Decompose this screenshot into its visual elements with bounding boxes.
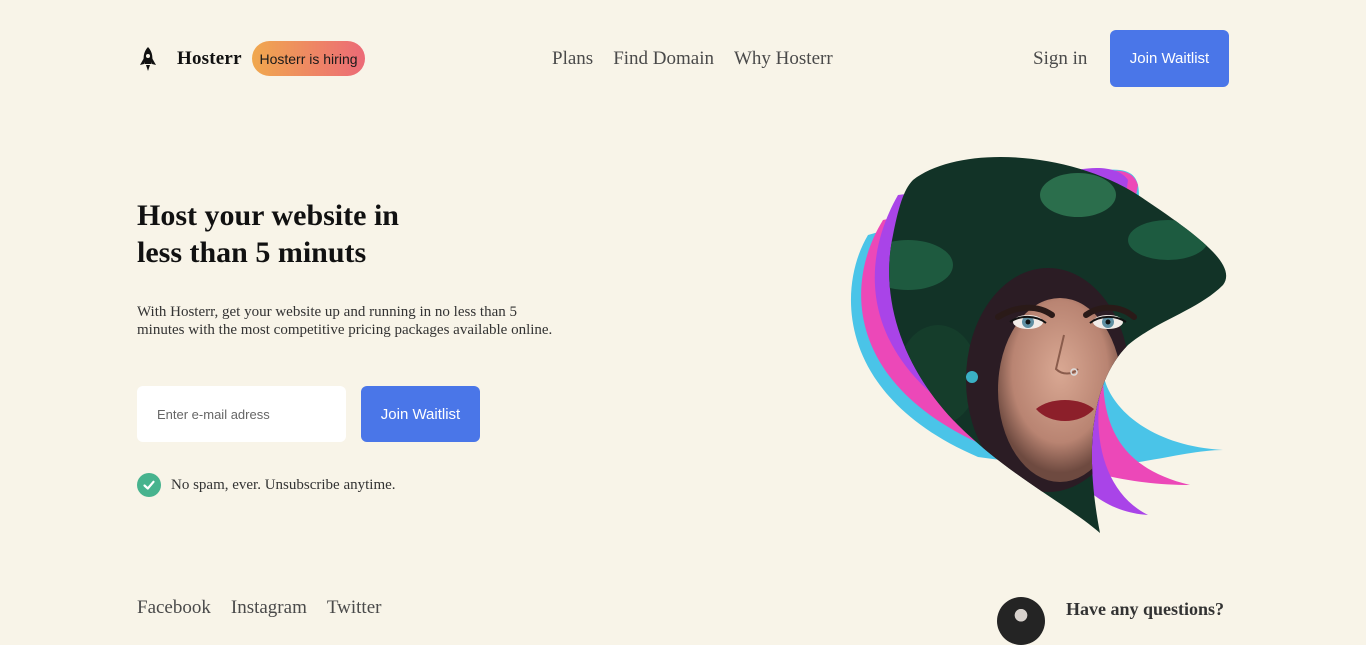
site-header: Hosterr Hosterr is hiring Plans Find Dom… xyxy=(137,30,1229,87)
nav-find-domain[interactable]: Find Domain xyxy=(613,48,714,70)
support-avatar xyxy=(997,597,1045,645)
hero-title-line-2: less than 5 minuts xyxy=(137,236,367,269)
brand-name: Hosterr xyxy=(177,48,242,69)
main-nav: Plans Find Domain Why Hosterr xyxy=(552,48,833,70)
hero-subtitle: With Hosterr, get your website up and ru… xyxy=(137,304,553,338)
hero-join-waitlist-button[interactable]: Join Waitlist xyxy=(361,386,480,442)
hero-title-line-1: Host your website in xyxy=(137,199,399,232)
questions-text[interactable]: Have any questions? xyxy=(1066,599,1224,620)
twitter-link[interactable]: Twitter xyxy=(327,597,382,619)
nav-plans[interactable]: Plans xyxy=(552,48,593,70)
hero-portrait-illustration xyxy=(838,145,1233,533)
social-links: Facebook Instagram Twitter xyxy=(137,597,381,619)
nav-why-hosterr[interactable]: Why Hosterr xyxy=(734,48,833,70)
hero-title: Host your website in less than 5 minuts xyxy=(137,197,497,271)
email-input[interactable] xyxy=(137,386,346,442)
hiring-badge[interactable]: Hosterr is hiring xyxy=(252,41,365,76)
sign-in-link[interactable]: Sign in xyxy=(1033,48,1087,70)
spam-note-text: No spam, ever. Unsubscribe anytime. xyxy=(171,476,396,493)
rocket-icon xyxy=(137,46,159,72)
spam-note: No spam, ever. Unsubscribe anytime. xyxy=(137,473,396,497)
check-icon xyxy=(137,473,161,497)
header-join-waitlist-button[interactable]: Join Waitlist xyxy=(1110,30,1229,87)
instagram-link[interactable]: Instagram xyxy=(231,597,307,619)
facebook-link[interactable]: Facebook xyxy=(137,597,211,619)
brand[interactable]: Hosterr xyxy=(137,46,242,72)
